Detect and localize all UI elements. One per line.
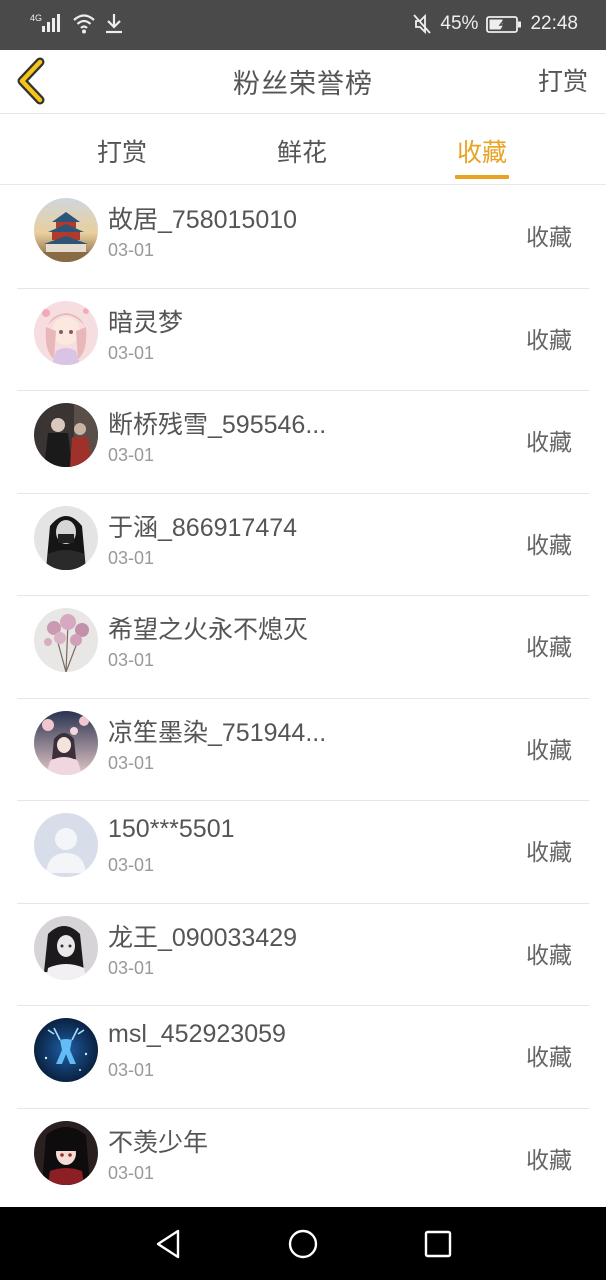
status-bar: 4G 45% 22:48	[0, 0, 606, 50]
list-item[interactable]: 龙王_090033429 03-01 收藏	[0, 904, 606, 1006]
tab-label: 鲜花	[277, 138, 328, 167]
avatar	[34, 198, 98, 262]
wifi-icon	[73, 14, 95, 34]
list-item[interactable]: 于涵_866917474 03-01 收藏	[0, 494, 606, 596]
avatar	[34, 403, 98, 467]
fan-date: 03-01	[108, 342, 155, 363]
support-type: 收藏	[526, 1045, 572, 1071]
support-type: 收藏	[526, 532, 572, 559]
avatar	[34, 1018, 98, 1082]
support-type: 收藏	[526, 942, 572, 969]
title-bar: 粉丝荣誉榜 打赏	[0, 50, 606, 114]
fan-date: 03-01	[108, 855, 155, 875]
fan-date: 03-01	[108, 240, 155, 260]
list-item[interactable]: 凉笙墨染_751944... 03-01 收藏	[0, 699, 606, 801]
support-type: 收藏	[526, 225, 572, 251]
support-type: 收藏	[526, 840, 572, 866]
fan-name: 凉笙墨染_751944...	[108, 718, 327, 747]
fan-date: 03-01	[108, 752, 155, 773]
list-item[interactable]: msl_452923059 03-01 收藏	[0, 1006, 606, 1109]
list-item[interactable]: 暗灵梦 03-01 收藏	[0, 289, 606, 391]
back-nav-icon[interactable]	[152, 1227, 186, 1261]
list-item[interactable]: 不羡少年 03-01 收藏	[0, 1109, 606, 1211]
avatar	[34, 300, 98, 365]
download-icon	[106, 14, 122, 34]
home-nav-icon[interactable]	[286, 1227, 320, 1261]
fan-list: 故居_758015010 03-01 收藏 暗灵梦 03-01 收藏 断桥残雪_…	[0, 186, 606, 1211]
reward-button[interactable]: 打赏	[538, 62, 588, 98]
support-type: 收藏	[526, 737, 572, 764]
fan-name: 不羡少年	[108, 1128, 209, 1157]
fan-date: 03-01	[108, 650, 155, 670]
fan-date: 03-01	[108, 445, 155, 465]
clock: 22:48	[530, 13, 578, 34]
avatar	[34, 505, 98, 570]
list-item[interactable]: 150***5501 03-01 收藏	[0, 801, 606, 904]
support-type: 收藏	[526, 635, 572, 661]
avatar	[34, 915, 98, 980]
fan-name: msl_452923059	[108, 1020, 286, 1048]
battery-percent: 45%	[440, 13, 479, 34]
avatar	[34, 813, 98, 877]
avatar	[34, 608, 98, 672]
list-item[interactable]: 断桥残雪_595546... 03-01 收藏	[0, 391, 606, 494]
fan-date: 03-01	[108, 1060, 155, 1080]
support-type: 收藏	[526, 430, 572, 456]
fan-name: 希望之火永不熄灭	[108, 616, 309, 644]
list-item[interactable]: 希望之火永不熄灭 03-01 收藏	[0, 596, 606, 699]
fan-date: 03-01	[108, 547, 155, 568]
page-title: 粉丝荣誉榜	[233, 69, 373, 100]
active-tab-indicator	[455, 175, 510, 179]
system-nav-bar	[0, 1207, 606, 1280]
default-avatar-icon	[34, 813, 98, 877]
avatar	[34, 710, 98, 775]
fan-name: 暗灵梦	[108, 308, 184, 337]
list-item[interactable]: 故居_758015010 03-01 收藏	[0, 186, 606, 289]
support-type: 收藏	[526, 327, 572, 354]
tab-bar: 打赏 鲜花 收藏	[0, 115, 606, 185]
status-left: 4G	[30, 12, 124, 34]
avatar	[34, 1120, 98, 1185]
support-type: 收藏	[526, 1147, 572, 1174]
battery-icon	[486, 16, 522, 33]
tab-flowers[interactable]: 鲜花	[277, 133, 327, 169]
fan-date: 03-01	[108, 1162, 155, 1183]
tab-favorites[interactable]: 收藏	[455, 133, 510, 179]
svg-text:4G: 4G	[30, 13, 42, 23]
fan-name: 龙王_090033429	[108, 923, 298, 952]
tab-reward[interactable]: 打赏	[97, 133, 147, 169]
fan-name: 150***5501	[108, 815, 235, 843]
tab-label: 收藏	[457, 138, 508, 167]
fan-name: 故居_758015010	[108, 206, 298, 234]
fan-date: 03-01	[108, 957, 155, 978]
mute-icon	[413, 13, 432, 35]
status-right: 45% 22:48	[412, 13, 578, 35]
fan-name: 断桥残雪_595546...	[108, 411, 327, 439]
recents-nav-icon[interactable]	[421, 1227, 455, 1261]
fan-name: 于涵_866917474	[108, 513, 298, 542]
signal-icon: 4G	[30, 13, 60, 32]
tab-label: 打赏	[97, 138, 148, 167]
